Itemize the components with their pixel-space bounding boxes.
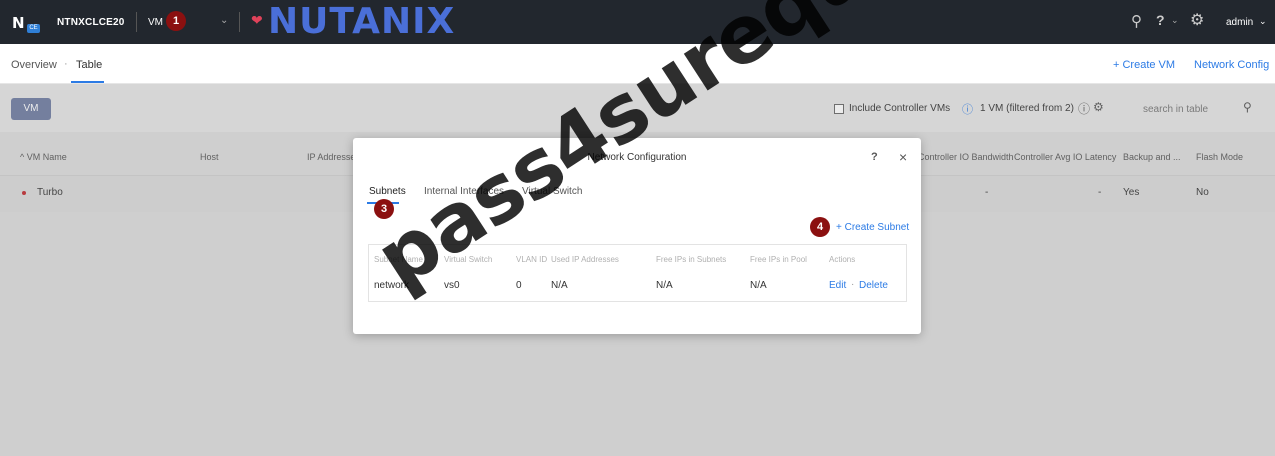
column-free-ips-in-subnets: Free IPs in Subnets: [656, 255, 727, 264]
breadcrumb-separator: ·: [64, 58, 68, 70]
heart-icon[interactable]: ❤: [251, 12, 263, 29]
column-free-ips-in-pool: Free IPs in Pool: [750, 255, 807, 264]
tab-table[interactable]: Table: [76, 59, 102, 71]
close-icon[interactable]: ×: [899, 149, 907, 165]
chevron-down-icon[interactable]: ⌄: [220, 15, 228, 26]
column-actions: Actions: [829, 255, 856, 264]
chevron-down-icon[interactable]: ⌄: [1171, 15, 1179, 26]
tab-subnets[interactable]: Subnets: [369, 186, 406, 197]
user-menu[interactable]: admin: [1226, 17, 1253, 28]
step-badge-1: 1: [166, 11, 186, 31]
edit-subnet-link[interactable]: Edit: [829, 280, 846, 291]
top-navigation-bar: N CE NTNXCLCE20 VM 1 ⌄ ❤ NUTANIX ⚲ ? ⌄ ⚙…: [0, 0, 1275, 44]
help-icon[interactable]: ?: [1156, 12, 1165, 28]
column-vlan-id: VLAN ID: [516, 255, 548, 264]
ce-badge: CE: [27, 24, 40, 33]
nutanix-logo[interactable]: N: [12, 14, 25, 32]
delete-subnet-link[interactable]: Delete: [859, 280, 888, 291]
subnets-table: Subnet Name Virtual Switch VLAN ID Used …: [368, 244, 907, 302]
tab-virtual-switch[interactable]: Virtual Switch: [522, 186, 582, 197]
gear-icon[interactable]: ⚙: [1190, 10, 1204, 30]
column-virtual-switch: Virtual Switch: [444, 255, 493, 264]
create-subnet-button[interactable]: + Create Subnet: [836, 222, 909, 233]
search-icon[interactable]: ⚲: [1131, 12, 1142, 30]
step-badge-4: 4: [810, 217, 830, 237]
column-used-ip-addresses: Used IP Addresses: [551, 255, 619, 264]
free-ips-pool-cell: N/A: [750, 280, 767, 291]
action-separator: ·: [851, 279, 855, 290]
network-config-link[interactable]: Network Config: [1194, 59, 1269, 71]
help-icon[interactable]: ?: [871, 151, 878, 163]
create-vm-link[interactable]: + Create VM: [1113, 59, 1175, 71]
brand-logo: NUTANIX: [268, 1, 456, 42]
tab-overview[interactable]: Overview: [11, 59, 57, 71]
divider: [239, 12, 240, 32]
used-ip-cell: N/A: [551, 280, 568, 291]
divider: [136, 12, 137, 32]
main-menu-vm[interactable]: VM: [148, 17, 163, 28]
step-badge-3: 3: [374, 199, 394, 219]
chevron-down-icon[interactable]: ⌄: [1259, 16, 1267, 27]
virtual-switch-cell: vs0: [444, 280, 460, 291]
column-subnet-name: Subnet Name: [374, 255, 423, 264]
tab-internal-interfaces[interactable]: Internal Interfaces: [424, 186, 504, 197]
vlan-id-cell: 0: [516, 280, 522, 291]
active-tab-indicator: [71, 81, 104, 83]
subnet-name-cell: network: [374, 280, 410, 291]
network-configuration-dialog: Network Configuration ? × Subnets Intern…: [353, 138, 921, 334]
dialog-title: Network Configuration: [587, 152, 687, 163]
sub-navigation: Overview · Table + Create VM Network Con…: [0, 44, 1275, 107]
cluster-name[interactable]: NTNXCLCE20: [57, 17, 125, 28]
free-ips-subnet-cell: N/A: [656, 280, 673, 291]
